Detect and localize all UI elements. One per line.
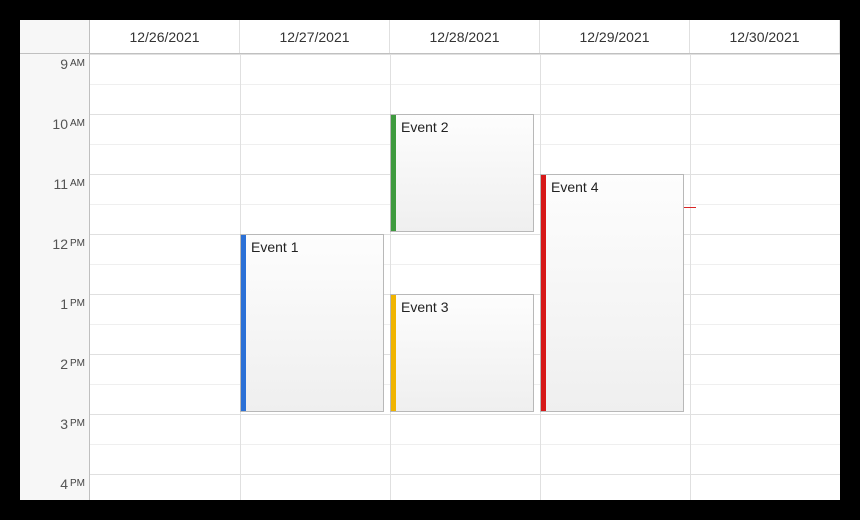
event-color-bar bbox=[541, 175, 546, 411]
event-title: Event 3 bbox=[401, 299, 448, 315]
time-label: 12PM bbox=[20, 234, 85, 294]
time-ampm: PM bbox=[70, 416, 85, 429]
calendar-event[interactable]: Event 4 bbox=[540, 174, 684, 412]
time-label: 9AM bbox=[20, 54, 85, 114]
time-ampm: PM bbox=[70, 476, 85, 489]
half-hour-line bbox=[90, 444, 840, 445]
time-hour: 10 bbox=[52, 116, 68, 132]
time-ampm: PM bbox=[70, 356, 85, 369]
event-title: Event 4 bbox=[551, 179, 598, 195]
time-ampm: AM bbox=[70, 176, 85, 189]
time-ampm: AM bbox=[70, 56, 85, 69]
hour-line bbox=[90, 54, 840, 55]
event-title: Event 1 bbox=[251, 239, 298, 255]
calendar-event[interactable]: Event 3 bbox=[390, 294, 534, 412]
day-separator bbox=[690, 54, 691, 500]
time-hour: 9 bbox=[60, 56, 68, 72]
calendar-frame: 12/26/2021 12/27/2021 12/28/2021 12/29/2… bbox=[20, 20, 840, 500]
day-header[interactable]: 12/30/2021 bbox=[690, 20, 840, 53]
time-label: 2PM bbox=[20, 354, 85, 414]
hour-line bbox=[90, 474, 840, 475]
time-ampm: PM bbox=[70, 236, 85, 249]
time-hour: 1 bbox=[60, 296, 68, 312]
calendar-event[interactable]: Event 1 bbox=[240, 234, 384, 412]
event-color-bar bbox=[391, 115, 396, 231]
time-label: 11AM bbox=[20, 174, 85, 234]
time-hour: 4 bbox=[60, 476, 68, 492]
time-ruler: 9AM10AM11AM12PM1PM2PM3PM4PM bbox=[20, 54, 90, 500]
hour-line bbox=[90, 234, 840, 235]
event-color-bar bbox=[241, 235, 246, 411]
day-header[interactable]: 12/26/2021 bbox=[90, 20, 240, 53]
header-corner bbox=[20, 20, 90, 53]
half-hour-line bbox=[90, 264, 840, 265]
day-header[interactable]: 12/29/2021 bbox=[540, 20, 690, 53]
event-title: Event 2 bbox=[401, 119, 448, 135]
day-header[interactable]: 12/27/2021 bbox=[240, 20, 390, 53]
time-label: 4PM bbox=[20, 474, 85, 500]
time-label: 10AM bbox=[20, 114, 85, 174]
time-label: 1PM bbox=[20, 294, 85, 354]
time-hour: 2 bbox=[60, 356, 68, 372]
calendar-grid[interactable]: Event 1 Event 2 Event 3 Event 4 bbox=[90, 54, 840, 500]
event-color-bar bbox=[391, 295, 396, 411]
time-hour: 3 bbox=[60, 416, 68, 432]
calendar-body: 9AM10AM11AM12PM1PM2PM3PM4PM Event 1Event… bbox=[20, 54, 840, 500]
time-label: 3PM bbox=[20, 414, 85, 474]
time-hour: 12 bbox=[52, 236, 68, 252]
day-header[interactable]: 12/28/2021 bbox=[390, 20, 540, 53]
calendar-event[interactable]: Event 2 bbox=[390, 114, 534, 232]
time-ampm: AM bbox=[70, 116, 85, 129]
hour-line bbox=[90, 414, 840, 415]
calendar-header-row: 12/26/2021 12/27/2021 12/28/2021 12/29/2… bbox=[20, 20, 840, 54]
half-hour-line bbox=[90, 84, 840, 85]
time-hour: 11 bbox=[53, 176, 68, 192]
time-ampm: PM bbox=[70, 296, 85, 309]
